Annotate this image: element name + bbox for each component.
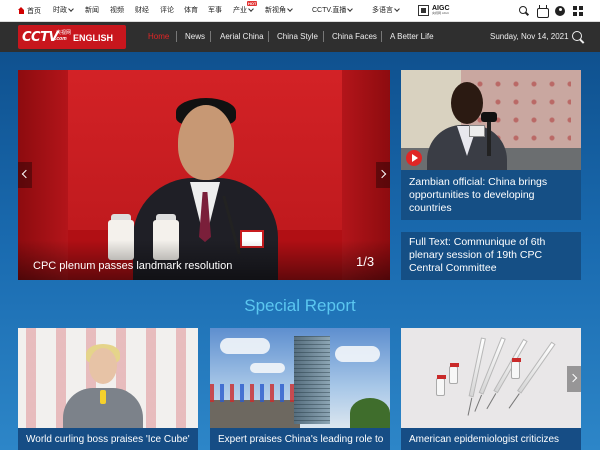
- topbar-item-label: 首页: [27, 8, 41, 15]
- topbar-item-label: 新视角: [265, 7, 286, 14]
- topbar-item-label: 视频: [110, 7, 124, 14]
- topbar-item-new-perspective[interactable]: 新视角: [265, 6, 293, 15]
- slide-counter: 1/3: [356, 255, 374, 269]
- side-story-title[interactable]: Full Text: Communique of 6th plenary ses…: [409, 236, 577, 275]
- home-icon: [18, 7, 25, 14]
- chevron-right-icon: [377, 169, 387, 179]
- nav-divider: [268, 31, 269, 42]
- topbar-item-cctv-live[interactable]: CCTV.直播: [312, 6, 354, 15]
- side-story-card[interactable]: Zambian official: China brings opportuni…: [401, 70, 581, 220]
- hero-image-figure-head: [178, 105, 234, 180]
- report-image-cloud: [335, 346, 380, 362]
- chevron-right-icon: [568, 373, 578, 383]
- report-image-vial: [511, 358, 521, 379]
- topbar-item-label: 产业: [233, 7, 247, 14]
- topbar-item-label: 评论: [160, 7, 174, 14]
- chevron-down-icon: [394, 6, 400, 12]
- chevron-down-icon: [68, 6, 74, 12]
- report-image-tree: [350, 398, 390, 428]
- topbar-item-opinion[interactable]: 评论: [160, 7, 174, 15]
- side-image-mic: [481, 112, 497, 122]
- topbar-item-video[interactable]: 视频: [110, 7, 124, 15]
- nav-divider: [210, 31, 211, 42]
- report-card[interactable]: American epidemiologist criticizes: [401, 328, 581, 450]
- slide-next-button[interactable]: [376, 162, 390, 188]
- report-image-microphone: [100, 390, 106, 404]
- topbar-item-news[interactable]: 新闻: [85, 7, 99, 15]
- cctv-english-logo[interactable]: CCTV 央视网 .com ENGLISH: [18, 25, 126, 49]
- top-utility-bar: 首页 时政 新闻 视频 财经 评论 体育 军事 HOT 产业 新视角 CCTV.…: [0, 0, 600, 22]
- side-image-mic-stand: [487, 116, 491, 156]
- nav-item-home[interactable]: Home: [148, 32, 169, 41]
- side-image-mic-block: [469, 125, 485, 137]
- chevron-left-icon: [21, 169, 31, 179]
- topbar-item-industry[interactable]: 产业: [233, 6, 254, 15]
- report-image-cloud: [250, 363, 285, 373]
- nav-divider: [381, 31, 382, 42]
- nav-divider: [323, 31, 324, 42]
- topbar-item-home[interactable]: 首页: [18, 7, 41, 16]
- report-next-button[interactable]: [567, 366, 581, 392]
- side-image-figure-head: [451, 82, 483, 124]
- topbar-item-sports[interactable]: 体育: [184, 7, 198, 15]
- nav-item-a-better-life[interactable]: A Better Life: [390, 32, 434, 41]
- nav-item-news[interactable]: News: [185, 32, 205, 41]
- chevron-down-icon: [287, 6, 293, 12]
- report-image-cloud: [220, 338, 270, 354]
- report-image-tower-windows: [294, 336, 330, 424]
- slide-counter-total: /3: [363, 254, 375, 269]
- search-icon[interactable]: [571, 30, 585, 44]
- side-story-image: [401, 70, 581, 170]
- hero-slider[interactable]: CPC plenum passes landmark resolution 1/…: [18, 70, 390, 280]
- side-story-title[interactable]: Zambian official: China brings opportuni…: [409, 176, 577, 215]
- logo-cctv-text: CCTV: [22, 30, 59, 45]
- hero-caption[interactable]: CPC plenum passes landmark resolution: [33, 260, 232, 273]
- report-image-flags: [210, 384, 300, 402]
- report-card-title[interactable]: Expert praises China's leading role to: [218, 434, 386, 446]
- slide-prev-button[interactable]: [18, 162, 32, 188]
- nav-item-china-faces[interactable]: China Faces: [332, 32, 377, 41]
- side-story-card[interactable]: Full Text: Communique of 6th plenary ses…: [401, 232, 581, 280]
- report-card[interactable]: World curling boss praises 'Ice Cube': [18, 328, 198, 450]
- report-image-figure-head: [89, 348, 117, 384]
- topbar-item-label: CCTV.直播: [312, 7, 347, 14]
- nav-divider: [176, 31, 177, 42]
- report-card[interactable]: Expert praises China's leading role to: [210, 328, 390, 450]
- topbar-item-multilingual[interactable]: 多语言: [372, 6, 400, 15]
- report-image-low-building: [210, 400, 300, 428]
- report-image-vial: [436, 375, 446, 396]
- logo-com-text: .com: [55, 36, 67, 42]
- topbar-item-label: 多语言: [372, 7, 393, 14]
- chevron-down-icon: [347, 6, 354, 12]
- topbar-item-military[interactable]: 军事: [208, 7, 222, 15]
- nav-item-aerial-china[interactable]: Aerial China: [220, 32, 264, 41]
- topbar-item-finance[interactable]: 财经: [135, 7, 149, 15]
- report-card-image: [18, 328, 198, 428]
- report-card-image: [401, 328, 581, 428]
- report-card-title[interactable]: American epidemiologist criticizes: [409, 434, 577, 446]
- hot-badge: HOT: [247, 1, 258, 6]
- video-play-icon[interactable]: [406, 150, 422, 166]
- topbar-item-label: 财经: [135, 7, 149, 14]
- tv-icon[interactable]: [537, 6, 549, 18]
- nav-item-china-style[interactable]: China Style: [277, 32, 318, 41]
- aigc-sub-label: 央视网 AIGC: [432, 11, 450, 15]
- current-date: Sunday, Nov 14, 2021: [490, 32, 569, 41]
- section-title-special-report: Special Report: [244, 296, 356, 315]
- report-card-image: [210, 328, 390, 428]
- topbar-item-label: 体育: [184, 7, 198, 14]
- topbar-item-label: 军事: [208, 7, 222, 14]
- user-icon[interactable]: [555, 6, 565, 16]
- logo-english-text: ENGLISH: [73, 33, 114, 43]
- topbar-item-label: 新闻: [85, 7, 99, 14]
- main-header: CCTV 央视网 .com ENGLISH Home News Aerial C…: [0, 22, 600, 52]
- topbar-item-label: 时政: [53, 7, 67, 14]
- search-icon[interactable]: [519, 6, 529, 16]
- chevron-down-icon: [248, 6, 254, 12]
- topbar-item-politics[interactable]: 时政: [53, 6, 74, 15]
- apps-grid-icon[interactable]: [573, 6, 583, 16]
- report-image-vial: [449, 363, 459, 384]
- aigc-logo-icon[interactable]: [418, 5, 429, 16]
- report-card-title[interactable]: World curling boss praises 'Ice Cube': [26, 434, 194, 446]
